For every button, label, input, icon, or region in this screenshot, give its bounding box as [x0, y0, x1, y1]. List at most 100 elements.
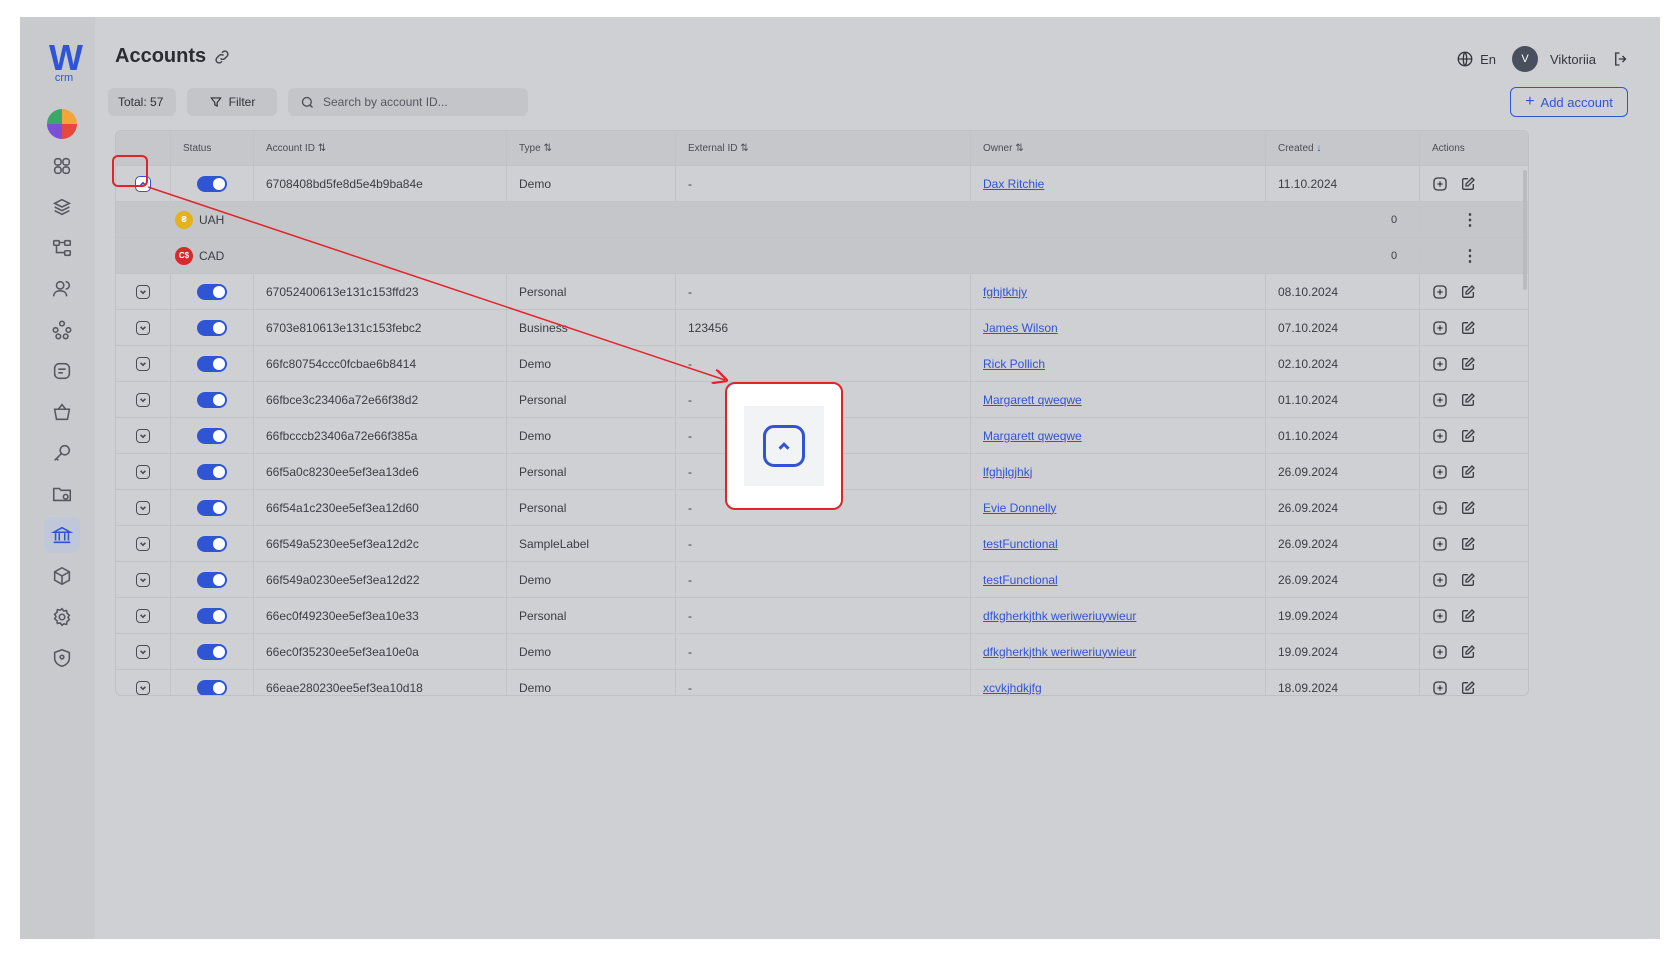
expand-row-button[interactable] [136, 608, 150, 623]
table-scrollbar[interactable] [1523, 170, 1527, 290]
edit-icon[interactable] [1460, 464, 1476, 480]
owner-link[interactable]: Evie Donnelly [983, 501, 1056, 515]
edit-icon[interactable] [1460, 572, 1476, 588]
sidebar-item-shield[interactable] [44, 640, 80, 676]
account-id: 66f549a0230ee5ef3ea12d22 [266, 572, 420, 587]
link-icon[interactable] [213, 48, 231, 66]
edit-icon[interactable] [1460, 176, 1476, 192]
add-icon[interactable] [1432, 572, 1448, 588]
owner-link[interactable]: xcvkjhdkjfg [983, 681, 1042, 695]
owner-link[interactable]: testFunctional [983, 573, 1058, 587]
sidebar-item-bank[interactable] [44, 517, 80, 553]
sort-type[interactable]: Type ⇅ [506, 131, 675, 165]
user-menu[interactable]: V Viktoriia [1511, 46, 1596, 72]
edit-icon[interactable] [1460, 536, 1476, 552]
owner-link[interactable]: dfkgherkjthk weriweriuywieur [983, 645, 1136, 659]
add-icon[interactable] [1432, 176, 1448, 192]
expand-row-button[interactable] [136, 428, 150, 443]
status-toggle[interactable] [197, 499, 227, 516]
expand-row-button[interactable] [136, 644, 150, 659]
status-toggle[interactable] [197, 679, 227, 695]
status-toggle[interactable] [197, 175, 227, 192]
more-options-icon[interactable]: ⋮ [1462, 202, 1478, 237]
status-toggle[interactable] [197, 283, 227, 300]
sidebar-item-users[interactable] [44, 271, 80, 307]
account-type: Demo [519, 176, 552, 191]
status-toggle[interactable] [197, 355, 227, 372]
expand-row-button[interactable] [136, 464, 150, 479]
add-icon[interactable] [1432, 644, 1448, 660]
owner-link[interactable]: James Wilson [983, 321, 1058, 335]
status-toggle[interactable] [197, 535, 227, 552]
status-toggle[interactable] [197, 643, 227, 660]
add-icon[interactable] [1432, 536, 1448, 552]
owner-link[interactable]: fghjtkhjy [983, 285, 1027, 299]
owner-link[interactable]: testFunctional [983, 537, 1058, 551]
add-icon[interactable] [1432, 320, 1448, 336]
created-date: 26.09.2024 [1278, 500, 1339, 515]
owner-link[interactable]: lfghjlgjhkj [983, 465, 1032, 479]
sidebar-item-folder[interactable] [44, 476, 80, 512]
sidebar-item-cube[interactable] [44, 558, 80, 594]
sidebar-item-dashboard[interactable] [44, 148, 80, 184]
owner-link[interactable]: dfkgherkjthk weriweriuywieur [983, 609, 1136, 623]
add-icon[interactable] [1432, 284, 1448, 300]
sidebar-item-settings[interactable] [44, 599, 80, 635]
edit-icon[interactable] [1460, 284, 1476, 300]
status-toggle[interactable] [197, 319, 227, 336]
edit-icon[interactable] [1460, 320, 1476, 336]
sidebar-item-layers[interactable] [44, 189, 80, 225]
add-icon[interactable] [1432, 608, 1448, 624]
sidebar-item-network[interactable] [44, 312, 80, 348]
dashboard-icon [53, 157, 71, 175]
logo[interactable]: W crm [44, 40, 84, 84]
expand-row-button[interactable] [136, 284, 150, 299]
expand-row-button[interactable] [136, 680, 150, 695]
sort-created[interactable]: Created ↓ [1265, 131, 1419, 165]
edit-icon[interactable] [1460, 356, 1476, 372]
edit-icon[interactable] [1460, 428, 1476, 444]
status-toggle[interactable] [197, 427, 227, 444]
globe-icon [1457, 51, 1473, 67]
status-toggle[interactable] [197, 391, 227, 408]
add-account-button[interactable]: + Add account [1510, 87, 1628, 117]
sidebar-item-hierarchy[interactable] [44, 230, 80, 266]
status-toggle[interactable] [197, 571, 227, 588]
logout-icon[interactable] [1612, 50, 1630, 68]
edit-icon[interactable] [1460, 608, 1476, 624]
folder-icon [52, 487, 72, 502]
add-icon[interactable] [1432, 500, 1448, 516]
sort-owner[interactable]: Owner ⇅ [970, 131, 1265, 165]
edit-icon[interactable] [1460, 500, 1476, 516]
expand-row-button[interactable] [136, 392, 150, 407]
owner-link[interactable]: Margarett qweqwe [983, 393, 1082, 407]
sidebar-item-tasks[interactable] [44, 353, 80, 389]
edit-icon[interactable] [1460, 680, 1476, 696]
expand-row-button[interactable] [136, 500, 150, 515]
add-icon[interactable] [1432, 680, 1448, 696]
add-icon[interactable] [1432, 356, 1448, 372]
expand-row-button[interactable] [136, 320, 150, 335]
owner-link[interactable]: Rick Pollich [983, 357, 1045, 371]
language-switcher[interactable]: En [1456, 50, 1496, 68]
expand-row-button[interactable] [136, 572, 150, 587]
sidebar-item-basket[interactable] [44, 394, 80, 430]
status-toggle[interactable] [197, 607, 227, 624]
add-icon[interactable] [1432, 464, 1448, 480]
expand-row-button[interactable] [136, 356, 150, 371]
expand-row-button[interactable] [136, 536, 150, 551]
add-icon[interactable] [1432, 428, 1448, 444]
add-icon[interactable] [1432, 392, 1448, 408]
filter-button[interactable]: Filter [187, 88, 277, 116]
edit-icon[interactable] [1460, 392, 1476, 408]
more-options-icon[interactable]: ⋮ [1462, 238, 1478, 273]
sort-external-id[interactable]: External ID ⇅ [675, 131, 970, 165]
sort-account-id[interactable]: Account ID ⇅ [253, 131, 506, 165]
owner-link[interactable]: Margarett qweqwe [983, 429, 1082, 443]
owner-link[interactable]: Dax Ritchie [983, 177, 1044, 191]
status-toggle[interactable] [197, 463, 227, 480]
analytics-pie-icon[interactable] [47, 109, 77, 139]
search-input[interactable]: Search by account ID... [288, 88, 528, 116]
edit-icon[interactable] [1460, 644, 1476, 660]
sidebar-item-key[interactable] [44, 435, 80, 471]
